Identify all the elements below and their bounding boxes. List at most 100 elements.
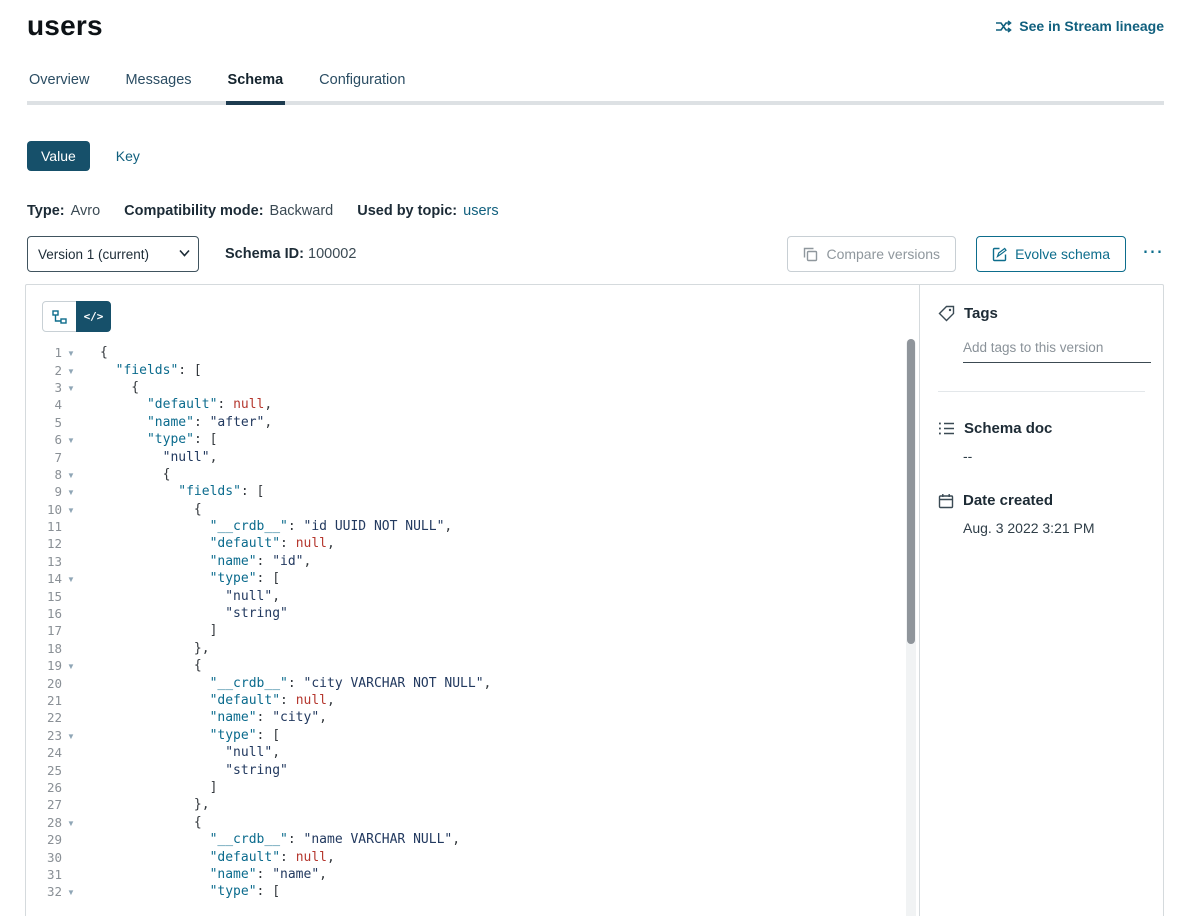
code-line: 28▼ {	[26, 814, 919, 831]
line-number: 31	[26, 867, 62, 882]
fold-toggle-icon[interactable]: ▼	[62, 886, 80, 897]
compare-versions-button[interactable]: Compare versions	[787, 236, 956, 272]
tree-view-icon	[52, 310, 68, 324]
fold-spacer	[62, 804, 80, 806]
topic-link[interactable]: users	[463, 203, 498, 219]
code-content: {	[80, 467, 170, 482]
code-line: 18 },	[26, 640, 919, 657]
code-line: 9▼ "fields": [	[26, 483, 919, 500]
doc-list-icon	[938, 421, 955, 436]
code-line: 12 "default": null,	[26, 535, 919, 552]
line-number: 29	[26, 832, 62, 847]
fold-spacer	[62, 839, 80, 841]
schema-id: Schema ID: 100002	[225, 246, 356, 262]
code-line: 10▼ {	[26, 501, 919, 518]
fold-toggle-icon[interactable]: ▼	[62, 817, 80, 828]
line-number: 23	[26, 728, 62, 743]
code-content: ]	[80, 623, 217, 638]
code-line: 11 "__crdb__": "id UUID NOT NULL",	[26, 518, 919, 535]
line-number: 6	[26, 432, 62, 447]
value-key-toggle: Value Key	[27, 141, 1189, 171]
fold-spacer	[62, 560, 80, 562]
code-content: "name": "after",	[80, 415, 272, 430]
fold-toggle-icon[interactable]: ▼	[62, 382, 80, 393]
date-created-heading: Date created	[938, 492, 1145, 509]
editor-scrollbar-thumb[interactable]	[907, 339, 915, 644]
tree-view-button[interactable]	[42, 301, 77, 332]
code-line: 29 "__crdb__": "name VARCHAR NULL",	[26, 831, 919, 848]
version-select[interactable]: Version 1 (current)	[27, 236, 199, 272]
fold-toggle-icon[interactable]: ▼	[62, 365, 80, 376]
fold-toggle-icon[interactable]: ▼	[62, 660, 80, 671]
fold-spacer	[62, 543, 80, 545]
fold-toggle-icon[interactable]: ▼	[62, 434, 80, 445]
line-number: 27	[26, 797, 62, 812]
code-line: 4 "default": null,	[26, 396, 919, 413]
line-number: 17	[26, 623, 62, 638]
code-view-button[interactable]: </>	[76, 301, 111, 332]
compare-versions-icon	[803, 247, 818, 262]
code-line: 23▼ "type": [	[26, 727, 919, 744]
more-options-button[interactable]: ⋯	[1142, 241, 1164, 268]
code-line: 5 "name": "after",	[26, 414, 919, 431]
fold-toggle-icon[interactable]: ▼	[62, 347, 80, 358]
line-number: 12	[26, 536, 62, 551]
fold-toggle-icon[interactable]: ▼	[62, 469, 80, 480]
schema-doc-heading: Schema doc	[938, 420, 1145, 437]
line-number: 1	[26, 345, 62, 360]
code-line: 30 "default": null,	[26, 848, 919, 865]
fold-spacer	[62, 421, 80, 423]
line-number: 19	[26, 658, 62, 673]
fold-spacer	[62, 630, 80, 632]
code-content: "type": [	[80, 571, 280, 586]
code-content: "null",	[80, 450, 217, 465]
code-line: 26 ]	[26, 779, 919, 796]
tab-schema[interactable]: Schema	[226, 72, 286, 105]
value-toggle-button[interactable]: Value	[27, 141, 90, 171]
line-number: 22	[26, 710, 62, 725]
fold-toggle-icon[interactable]: ▼	[62, 486, 80, 497]
stream-lineage-link[interactable]: See in Stream lineage	[995, 18, 1164, 34]
code-content: "default": null,	[80, 397, 272, 412]
code-line: 8▼ {	[26, 466, 919, 483]
code-line: 25 "string"	[26, 761, 919, 778]
code-line: 24 "null",	[26, 744, 919, 761]
schema-editor: </> 1▼{2▼ "fields": [3▼ {4 "default": nu…	[26, 285, 919, 916]
line-number: 8	[26, 467, 62, 482]
line-number: 32	[26, 884, 62, 899]
evolve-schema-icon	[992, 247, 1007, 262]
key-toggle-button[interactable]: Key	[116, 148, 140, 164]
editor-view-toggle: </>	[42, 301, 111, 332]
tab-overview[interactable]: Overview	[27, 72, 91, 105]
tab-configuration[interactable]: Configuration	[317, 72, 407, 105]
fold-spacer	[62, 856, 80, 858]
code-content: "string"	[80, 606, 288, 621]
code-line: 7 "null",	[26, 448, 919, 465]
line-number: 5	[26, 415, 62, 430]
line-number: 11	[26, 519, 62, 534]
code-content: "null",	[80, 589, 280, 604]
code-line: 13 "name": "id",	[26, 553, 919, 570]
code-lines: 1▼{2▼ "fields": [3▼ {4 "default": null,5…	[26, 344, 919, 901]
schema-panel: </> 1▼{2▼ "fields": [3▼ {4 "default": nu…	[25, 284, 1164, 916]
line-number: 7	[26, 450, 62, 465]
evolve-schema-button[interactable]: Evolve schema	[976, 236, 1126, 272]
code-content: "default": null,	[80, 850, 335, 865]
line-number: 15	[26, 589, 62, 604]
code-content: "default": null,	[80, 693, 335, 708]
fold-toggle-icon[interactable]: ▼	[62, 730, 80, 741]
tab-messages[interactable]: Messages	[123, 72, 193, 105]
fold-toggle-icon[interactable]: ▼	[62, 504, 80, 515]
code-content: {	[80, 380, 139, 395]
tags-title: Tags	[964, 305, 998, 322]
line-number: 28	[26, 815, 62, 830]
date-created-section: Date created Aug. 3 2022 3:21 PM	[938, 492, 1145, 536]
editor-scrollbar[interactable]	[906, 339, 916, 916]
compatibility-label: Compatibility mode:	[124, 203, 263, 219]
schema-toolbar: Version 1 (current) Schema ID: 100002 Co…	[27, 236, 1164, 272]
code-content: {	[80, 345, 108, 360]
add-tags-input[interactable]	[963, 336, 1151, 363]
fold-toggle-icon[interactable]: ▼	[62, 573, 80, 584]
tab-bar: Overview Messages Schema Configuration	[27, 72, 1164, 105]
code-content: "__crdb__": "city VARCHAR NOT NULL",	[80, 676, 491, 691]
